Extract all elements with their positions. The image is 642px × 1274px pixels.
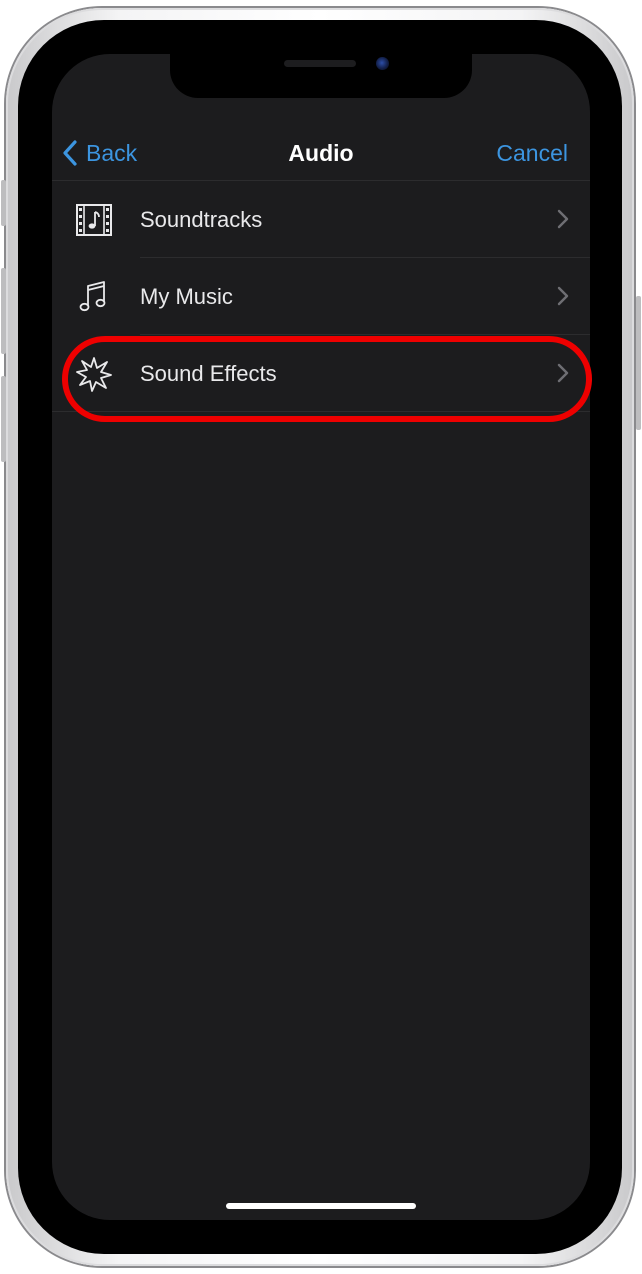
front-camera	[376, 57, 389, 70]
notch	[170, 54, 472, 98]
home-indicator[interactable]	[226, 1203, 416, 1209]
starburst-icon	[76, 357, 112, 392]
chevron-right-icon	[557, 363, 569, 383]
navigation-bar: Back Audio Cancel	[52, 124, 590, 181]
list-item-label: Sound Effects	[140, 361, 277, 386]
volume-down-button	[1, 376, 6, 462]
speaker-grille	[284, 60, 356, 67]
list-item-label: My Music	[140, 284, 233, 309]
cancel-button[interactable]: Cancel	[496, 136, 568, 170]
chevron-right-icon	[557, 286, 569, 306]
chevron-right-icon	[557, 209, 569, 229]
screen: Back Audio Cancel Soundtracks My Music S…	[52, 54, 590, 1220]
silent-switch	[1, 180, 6, 226]
power-button	[636, 296, 641, 430]
volume-up-button	[1, 268, 6, 354]
list-item-soundtracks[interactable]: Soundtracks	[52, 181, 590, 258]
list-item-label: Soundtracks	[140, 207, 263, 232]
music-note-icon	[79, 281, 106, 312]
list-item-sound-effects[interactable]: Sound Effects	[52, 335, 590, 412]
row-divider	[52, 411, 590, 412]
film-music-icon	[76, 204, 112, 236]
list-item-my-music[interactable]: My Music	[52, 258, 590, 335]
audio-source-list: Soundtracks My Music Sound Effects	[52, 181, 590, 412]
